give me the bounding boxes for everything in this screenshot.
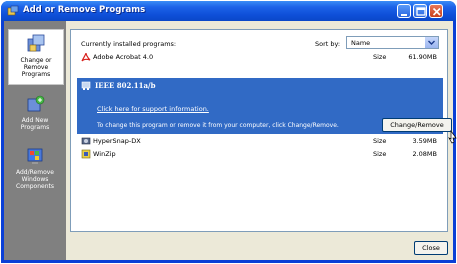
- program-size: 2.08MB: [412, 150, 437, 158]
- sidebar-item-change-remove[interactable]: Change or Remove Programs: [8, 29, 64, 85]
- maximize-icon: [416, 7, 426, 16]
- sidebar-item-label: Change or Remove Programs: [20, 57, 52, 78]
- minimize-icon: [401, 14, 407, 16]
- support-info-link[interactable]: Click here for support information.: [97, 105, 209, 113]
- chevron-down-icon: [428, 40, 435, 45]
- mouse-cursor-icon: [448, 130, 457, 144]
- sort-dropdown-arrow[interactable]: [425, 37, 438, 48]
- size-label: Size: [373, 137, 387, 145]
- installed-programs-label: Currently installed programs:: [81, 40, 177, 48]
- windows-components-icon: [27, 148, 43, 164]
- window-title: Add or Remove Programs: [23, 5, 146, 15]
- minimize-button[interactable]: [397, 4, 411, 18]
- close-button[interactable]: Close: [414, 241, 448, 255]
- program-name: HyperSnap-DX: [93, 137, 141, 145]
- sort-by-value: Name: [351, 39, 371, 47]
- program-row[interactable]: WinZip Size 2.08MB: [77, 148, 443, 160]
- program-size: 3.59MB: [412, 137, 437, 145]
- sidebar-item-add-new[interactable]: Add New Programs: [4, 93, 66, 131]
- window: Add or Remove Programs Change or Remove …: [1, 1, 457, 263]
- program-row[interactable]: Adobe Acrobat 4.0 Size 61.90MB: [77, 51, 443, 63]
- program-row-selected[interactable]: IEEE 802.11a/b Click here for support in…: [77, 78, 457, 144]
- sidebar: Change or Remove Programs Add New Progra…: [4, 21, 66, 260]
- program-name: Adobe Acrobat 4.0: [93, 53, 154, 61]
- add-new-programs-icon: [27, 95, 45, 112]
- sort-by-label: Sort by:: [315, 40, 341, 48]
- sort-by-dropdown[interactable]: Name: [346, 36, 439, 49]
- acrobat-icon: [81, 52, 91, 62]
- program-name: IEEE 802.11a/b: [95, 81, 156, 90]
- size-label: Size: [373, 53, 387, 61]
- title-bar[interactable]: Add or Remove Programs: [1, 1, 456, 21]
- hypersnap-icon: [81, 137, 91, 145]
- programs-list-panel: Currently installed programs: Sort by: N…: [70, 29, 457, 232]
- program-size: 61.90MB: [408, 53, 437, 61]
- close-icon: [432, 7, 441, 16]
- sidebar-item-label: Add/Remove Windows Components: [16, 169, 54, 190]
- sidebar-item-windows-components[interactable]: Add/Remove Windows Components: [4, 145, 66, 190]
- client-area: Change or Remove Programs Add New Progra…: [4, 21, 457, 260]
- sidebar-item-label: Add New Programs: [20, 117, 50, 131]
- program-name: WinZip: [93, 150, 116, 158]
- change-remove-help-text: To change this program or remove it from…: [97, 122, 339, 129]
- program-row[interactable]: HyperSnap-DX Size 3.59MB: [77, 135, 443, 147]
- close-window-button[interactable]: [429, 4, 443, 18]
- size-label: Size: [373, 150, 387, 158]
- change-remove-programs-icon: [27, 34, 45, 52]
- change-remove-button[interactable]: Change/Remove: [382, 118, 452, 132]
- winzip-icon: [81, 149, 91, 159]
- add-remove-programs-icon: [7, 5, 19, 16]
- maximize-button[interactable]: [413, 4, 427, 18]
- network-card-icon: [81, 81, 91, 90]
